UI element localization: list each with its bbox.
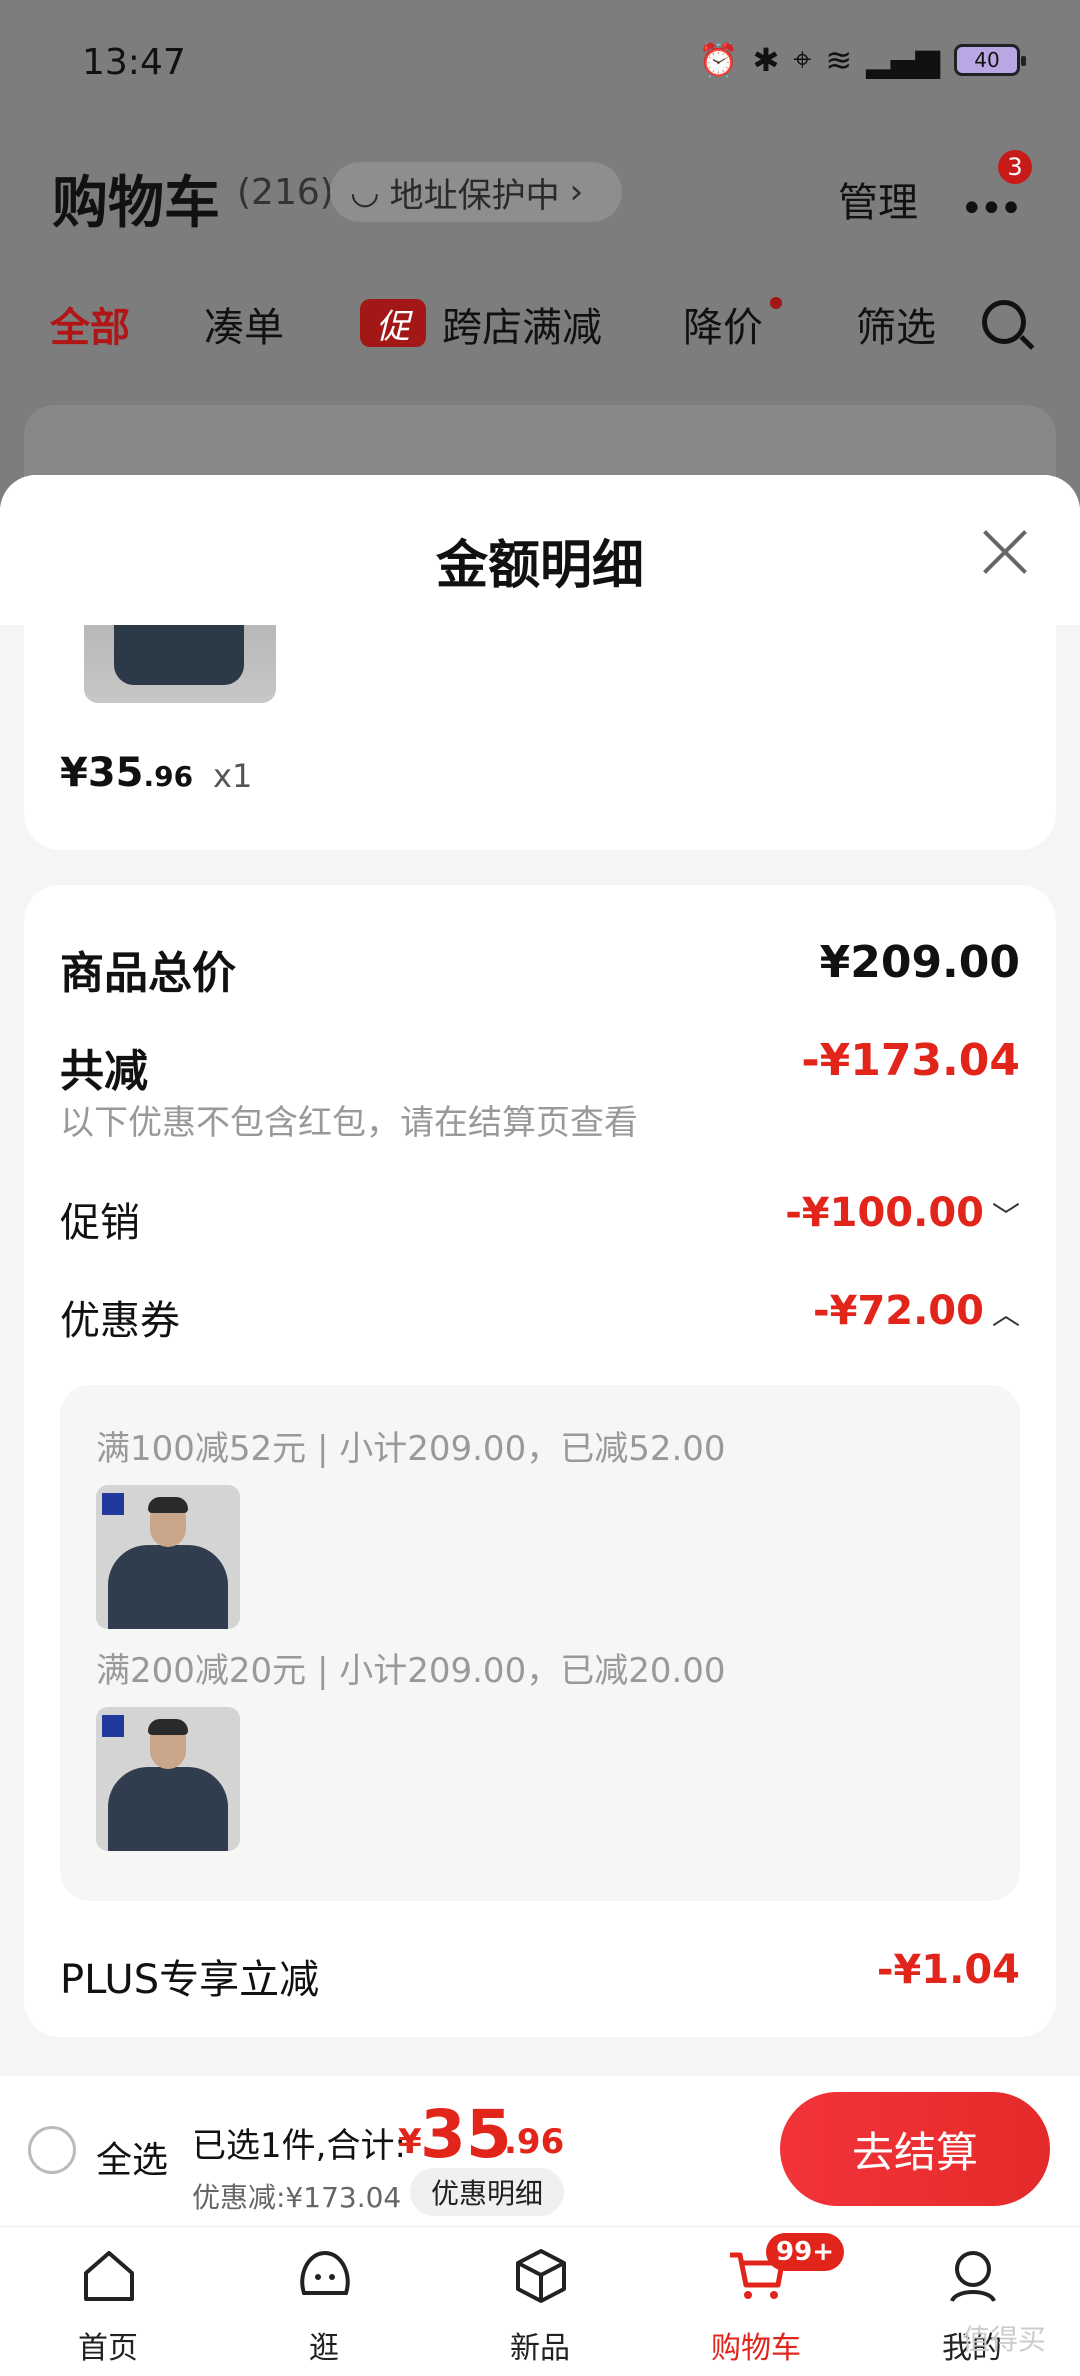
checkout-button[interactable]: 去结算: [780, 2092, 1050, 2206]
search-icon[interactable]: [982, 300, 1026, 344]
tab-label: 购物车: [711, 2331, 801, 2366]
user-icon: [950, 2251, 996, 2303]
tab-home[interactable]: 首页: [0, 2227, 216, 2376]
coupon-line: 满200减20元 | 小计209.00，已减20.00: [96, 1651, 726, 1691]
sheet-title: 金额明细: [435, 536, 644, 596]
product-qty: x1: [213, 757, 253, 795]
checkout-bar: 全选 已选1件,合计: ¥ 35 .96 优惠减:¥173.04 优惠明细 去结…: [0, 2076, 1080, 2226]
home-icon: [84, 2251, 134, 2301]
battery-icon: 40: [954, 43, 1026, 76]
tab-all[interactable]: 全部: [50, 295, 130, 353]
promo-value: -¥100.00: [785, 1190, 984, 1236]
promo-value-wrap: -¥100.00 ﹀: [785, 1190, 1020, 1236]
tab-price-drop[interactable]: 降价: [683, 295, 763, 353]
cart-badge: 99+: [766, 2233, 844, 2271]
plus-label: PLUS专享立减: [60, 1957, 320, 2003]
brand-logo-icon: [102, 1715, 124, 1737]
promo-label: 促销: [60, 1200, 140, 1246]
amount-detail-sheet: 金额明细 ¥35.96 x1 商品总价 ¥209.00 共减 -¥173.04 …: [0, 475, 1080, 2080]
explore-icon: [300, 2250, 350, 2295]
discount-label: 共减: [60, 1046, 148, 1097]
plus-value: -¥1.04: [876, 1947, 1020, 1993]
filter-tabs: 全部 凑单 促 跨店满减 降价 筛选: [0, 295, 1080, 365]
tab-cross-store[interactable]: 跨店满减: [442, 295, 602, 353]
total-amount-decimal: .96: [504, 2122, 565, 2162]
product-image[interactable]: [84, 625, 276, 703]
tab-label: 逛: [309, 2331, 339, 2366]
location-icon: ⌖: [793, 40, 812, 78]
chevron-down-icon: ﹀: [991, 1200, 1020, 1233]
coupon-product-image[interactable]: [96, 1485, 240, 1629]
chevron-up-icon: ︿: [991, 1298, 1020, 1331]
brand-logo-icon: [102, 1493, 124, 1515]
alarm-icon: ⏰: [698, 40, 739, 79]
discount-note: 以下优惠不包含红包，请在结算页查看: [60, 1103, 638, 1143]
sheet-header: 金额明细: [0, 475, 1080, 625]
product-price-dec: .96: [143, 760, 194, 793]
discount-summary: 优惠减:¥173.04: [192, 2181, 402, 2214]
manage-button[interactable]: 管理: [838, 170, 918, 228]
select-all-label[interactable]: 全选: [96, 2131, 168, 2183]
more-icon[interactable]: •••: [960, 186, 1023, 232]
goods-total-label: 商品总价: [60, 948, 236, 999]
signal-icon: ▂▄▆: [866, 40, 940, 79]
discount-detail-button[interactable]: 优惠明细: [410, 2168, 564, 2216]
tab-bundle[interactable]: 凑单: [204, 295, 284, 353]
coupon-product-image[interactable]: [96, 1707, 240, 1851]
bluetooth-icon: ✱: [752, 40, 780, 79]
address-protect-pill[interactable]: ◡ 地址保护中 ›: [330, 162, 622, 222]
tab-explore[interactable]: 逛: [216, 2227, 432, 2376]
message-badge: 3: [998, 150, 1032, 184]
status-icons: ⏰ ✱ ⌖ ≋ ▂▄▆ 40: [698, 40, 1026, 79]
tab-new[interactable]: 新品: [432, 2227, 648, 2376]
discount-value: -¥173.04: [801, 1035, 1020, 1086]
product-price-int: ¥35: [60, 750, 144, 796]
status-bar: 13:47 ⏰ ✱ ⌖ ≋ ▂▄▆ 40: [0, 0, 1080, 120]
bottom-tab-bar: 首页 逛 新品 购物车 99+ 我的: [0, 2226, 1080, 2376]
tab-filter[interactable]: 筛选: [856, 295, 936, 353]
page-title: 购物车: [52, 171, 220, 236]
product-price: ¥35.96: [60, 750, 193, 796]
coupon-label: 优惠券: [60, 1298, 180, 1344]
wifi-icon: ≋: [825, 40, 853, 79]
total-currency: ¥: [398, 2122, 422, 2162]
promo-badge: 促: [360, 299, 426, 347]
total-amount: 35: [420, 2096, 512, 2173]
coupon-value: -¥72.00: [813, 1288, 984, 1334]
address-pill-label: 地址保护中: [389, 175, 560, 216]
selected-summary: 已选1件,合计:: [192, 2126, 406, 2166]
price-drop-dot: [770, 297, 782, 309]
select-all-checkbox[interactable]: [28, 2126, 76, 2174]
product-card: [24, 625, 1056, 850]
goods-total-value: ¥209.00: [819, 937, 1020, 988]
summary-card: 商品总价 ¥209.00 共减 -¥173.04 以下优惠不包含红包，请在结算页…: [24, 885, 1056, 2037]
coupon-line: 满100减52元 | 小计209.00，已减52.00: [96, 1429, 726, 1469]
clock: 13:47: [82, 42, 186, 83]
cart-count: (216): [237, 172, 334, 213]
eye-closed-icon: ◡: [350, 172, 380, 212]
close-icon[interactable]: [980, 527, 1030, 577]
coupon-detail-box: 满100减52元 | 小计209.00，已减52.00 满200减20元 | 小…: [60, 1385, 1020, 1901]
watermark: 值得买: [962, 2323, 1047, 2356]
coupon-value-wrap: -¥72.00 ︿: [813, 1288, 1020, 1334]
chevron-right-icon: ›: [569, 172, 584, 212]
cube-icon: [516, 2249, 566, 2303]
tab-label: 新品: [510, 2331, 570, 2366]
tab-label: 首页: [78, 2331, 138, 2366]
